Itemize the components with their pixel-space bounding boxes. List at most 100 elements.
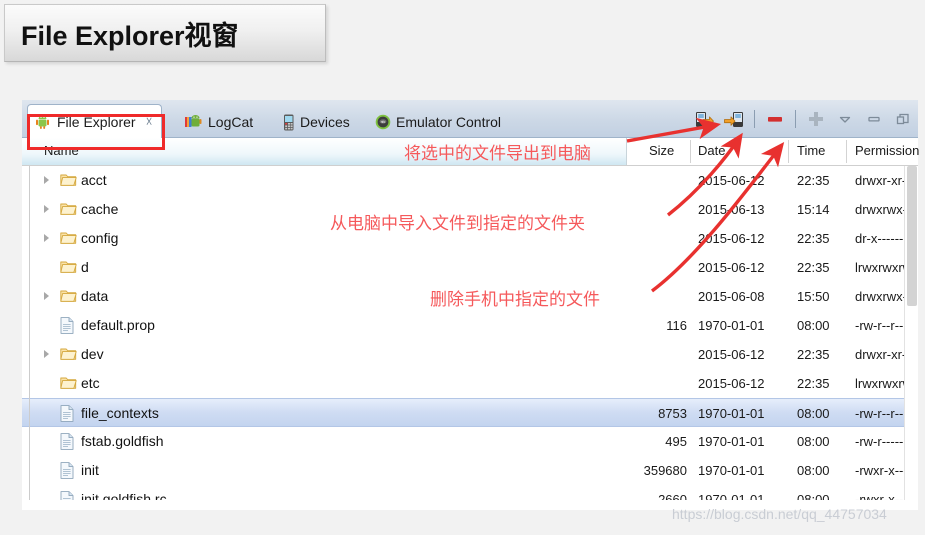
emulator-control-icon: nfo [375,114,391,130]
column-header-size[interactable]: Size [649,143,674,158]
delete-button[interactable] [762,106,788,132]
table-row[interactable]: fstab.goldfish 495 1970-01-01 08:00 -rw-r---… [22,427,918,456]
folder-icon [60,346,77,363]
export-annotation: 将选中的文件导出到电脑 [404,144,591,164]
row-time: 08:00 [797,406,830,421]
row-name: acct [81,172,107,188]
view-menu-button[interactable] [832,106,858,132]
row-permission: -rw-r----- [855,434,904,449]
row-time: 15:50 [797,289,830,304]
expand-arrow-icon[interactable] [44,234,49,242]
view-toolbar [692,104,916,134]
row-date: 1970-01-01 [698,406,765,421]
row-name: d [81,259,89,275]
row-time: 08:00 [797,492,830,500]
row-permission: -rw-r--r-- [855,406,904,421]
folder-icon [60,375,77,392]
row-time: 22:35 [797,231,830,246]
row-name: etc [81,375,100,391]
row-name: config [81,230,119,246]
tab-label-devices: Devices [300,113,350,130]
table-row[interactable]: file_contexts 8753 1970-01-01 08:00 -rw-r--r… [22,398,918,427]
row-size: 8753 [658,406,687,421]
row-date: 2015-06-12 [698,231,765,246]
row-date: 1970-01-01 [698,318,765,333]
row-permission: -rwxr-x--- [855,463,908,478]
table-row[interactable]: acct 2015-06-12 22:35 drwxr-xr-x [22,166,918,195]
column-divider-3[interactable] [846,140,847,163]
folder-icon [60,288,77,305]
row-time: 08:00 [797,434,830,449]
row-time: 15:14 [797,202,830,217]
expand-arrow-icon[interactable] [44,176,49,184]
row-date: 2015-06-12 [698,347,765,362]
file-icon [60,462,76,479]
row-date: 2015-06-12 [698,260,765,275]
folder-icon [60,201,77,218]
tree-guide-line [29,166,30,500]
new-folder-button[interactable] [803,106,829,132]
row-date: 2015-06-13 [698,202,765,217]
column-header-time[interactable]: Time [797,143,825,158]
tab-logcat[interactable]: LogCat [177,105,261,138]
file-icon [60,317,76,334]
watermark-text: https://blog.csdn.net/qq_44757034 [672,506,887,522]
row-name: fstab.goldfish [81,433,164,449]
minimize-button[interactable] [861,106,887,132]
file-icon [60,405,76,422]
scrollbar-thumb[interactable] [907,166,917,306]
vertical-scrollbar[interactable] [904,166,918,500]
column-header-permission[interactable]: Permission [855,143,919,158]
import-annotation: 从电脑中导入文件到指定的文件夹 [330,214,585,234]
maximize-button[interactable] [890,106,916,132]
row-size: 495 [665,434,687,449]
row-name: default.prop [81,317,155,333]
push-file-onto-device-button[interactable] [721,106,747,132]
row-name: cache [81,201,119,217]
column-header-date[interactable]: Date [698,143,725,158]
expand-arrow-icon[interactable] [44,292,49,300]
column-divider-2[interactable] [788,140,789,163]
row-time: 22:35 [797,260,830,275]
tab-devices[interactable]: Devices [275,105,358,138]
row-size: 359680 [643,463,687,478]
toolbar-separator-1 [754,110,755,128]
svg-text:nfo: nfo [381,120,386,124]
tab-label-logcat: LogCat [208,113,254,130]
row-name: data [81,288,109,304]
row-date: 2015-06-12 [698,376,765,391]
page-title-banner: File Explorer视窗 [4,4,326,62]
file-icon [60,433,76,450]
row-date: 1970-01-01 [698,434,765,449]
table-row[interactable]: dev 2015-06-12 22:35 drwxr-xr-x [22,340,918,369]
tab-emulator-control[interactable]: nfo Emulator Control [367,105,509,138]
expand-arrow-icon[interactable] [44,350,49,358]
table-row[interactable]: d 2015-06-12 22:35 lrwxrwxrwx [22,253,918,282]
row-date: 1970-01-01 [698,463,765,478]
expand-arrow-icon[interactable] [44,205,49,213]
row-time: 08:00 [797,318,830,333]
folder-icon [60,259,77,276]
logcat-icon [185,114,202,129]
row-size: 2660 [658,492,687,500]
row-date: 2015-06-08 [698,289,765,304]
table-row[interactable]: etc 2015-06-12 22:35 lrwxrwxrwx [22,369,918,398]
row-time: 22:35 [797,347,830,362]
row-time: 22:35 [797,173,830,188]
folder-icon [60,230,77,247]
pull-file-from-device-button[interactable] [692,106,718,132]
row-name: dev [81,346,104,362]
row-date: 1970-01-01 [698,492,765,500]
page-title: File Explorer视窗 [21,20,239,51]
row-size: 116 [666,318,687,333]
table-row[interactable]: init.goldfish.rc 2660 1970-01-01 08:00 -rwxr… [22,485,918,500]
column-divider-1[interactable] [690,140,691,163]
row-permission: -rwxr-x--- [855,492,908,500]
table-row[interactable]: init 359680 1970-01-01 08:00 -rwxr-x--- [22,456,918,485]
toolbar-separator-2 [795,110,796,128]
file-explorer-tab-highlight-box [27,114,165,150]
table-row[interactable]: default.prop 116 1970-01-01 08:00 -rw-r--r-- [22,311,918,340]
file-icon [60,491,76,500]
row-name: init [81,462,99,478]
row-permission: -rw-r--r-- [855,318,904,333]
